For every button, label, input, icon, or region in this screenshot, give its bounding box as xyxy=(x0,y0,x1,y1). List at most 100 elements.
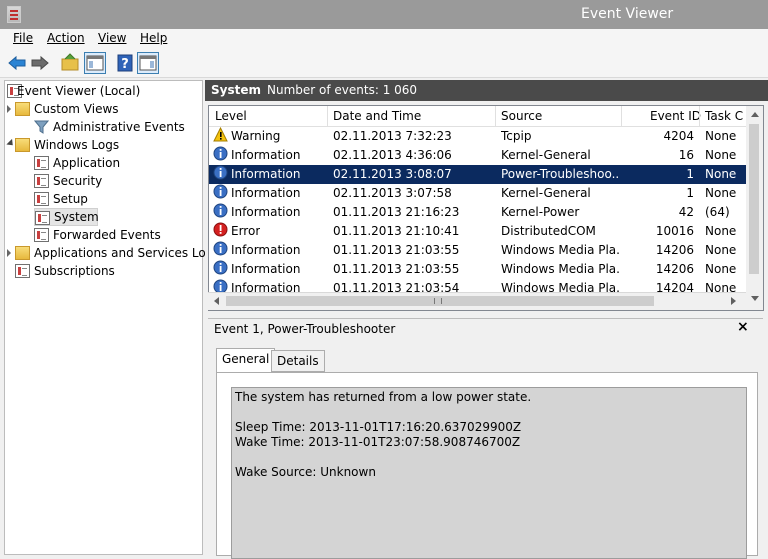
table-row[interactable]: Information 01.11.2013 21:03:55 Windows Me… xyxy=(209,241,747,260)
wake-time-line: Wake Time: 2013-11-01T23:07:58.908746700… xyxy=(235,435,521,449)
table-row[interactable]: Information 02.11.2013 3:07:58 Kernel-Gene… xyxy=(209,184,747,203)
log-header: System Number of events: 1 060 xyxy=(205,80,768,101)
menu-file-label: File xyxy=(13,31,34,45)
cell-task-category: None xyxy=(705,224,737,238)
column-level[interactable]: Level xyxy=(215,109,247,123)
vertical-scroll-thumb[interactable] xyxy=(749,124,759,274)
tree-custom-views-label: Custom Views xyxy=(34,102,119,116)
cell-date-time: 01.11.2013 21:10:41 xyxy=(333,224,460,238)
tree-root-label: Event Viewer (Local) xyxy=(17,84,141,98)
cell-level: Information xyxy=(231,186,301,200)
horizontal-scroll-thumb[interactable] xyxy=(226,296,654,306)
cell-task-category: (64) xyxy=(705,205,730,219)
help-icon[interactable]: ? xyxy=(114,52,136,74)
menu-help[interactable]: Help xyxy=(140,31,167,45)
table-row[interactable]: Information 02.11.2013 3:08:07 Power-Troub… xyxy=(209,165,747,184)
menu-view[interactable]: View xyxy=(98,31,126,45)
cell-task-category: None xyxy=(705,243,737,257)
log-name: System xyxy=(211,83,261,97)
cell-date-time: 01.11.2013 21:03:55 xyxy=(333,262,460,276)
column-event-id[interactable]: Event ID xyxy=(650,109,701,123)
cell-date-time: 02.11.2013 7:32:23 xyxy=(333,129,452,143)
tree-security-label: Security xyxy=(53,174,103,188)
filter-icon xyxy=(33,120,50,134)
folder-icon xyxy=(15,102,30,116)
event-message-box[interactable]: The system has returned from a low power… xyxy=(231,387,747,559)
table-row[interactable]: Information 02.11.2013 4:36:06 Kernel-Gene… xyxy=(209,146,747,165)
cell-level: Information xyxy=(231,205,301,219)
subscriptions-icon xyxy=(15,264,30,278)
tree-setup-label: Setup xyxy=(53,192,88,206)
cell-event-id: 1 xyxy=(686,186,694,200)
info-icon xyxy=(213,241,228,256)
column-task-category[interactable]: Task C xyxy=(705,109,743,123)
log-icon xyxy=(34,156,49,170)
cell-source: Windows Media Pla... xyxy=(501,262,619,276)
show-hide-console-tree-icon[interactable] xyxy=(84,52,106,74)
tree-system-label: System xyxy=(54,210,99,224)
events-table: Level Date and Time Source Event ID Task… xyxy=(208,105,748,311)
table-row[interactable]: Warning 02.11.2013 7:32:23 Tcpip 4204 None xyxy=(209,127,747,146)
horizontal-scrollbar[interactable] xyxy=(208,292,746,310)
title-bar: Event Viewer xyxy=(0,0,768,29)
table-row[interactable]: Information 01.11.2013 21:16:23 Kernel-Pow… xyxy=(209,203,747,222)
column-source[interactable]: Source xyxy=(501,109,542,123)
info-icon xyxy=(213,165,228,180)
cell-task-category: None xyxy=(705,129,737,143)
wake-source-line: Wake Source: Unknown xyxy=(235,465,376,479)
scroll-right-icon[interactable] xyxy=(731,297,736,305)
cell-task-category: None xyxy=(705,262,737,276)
cell-level: Information xyxy=(231,262,301,276)
forward-icon[interactable] xyxy=(29,52,51,74)
log-icon xyxy=(35,211,50,225)
cell-task-category: None xyxy=(705,167,737,181)
log-icon xyxy=(34,228,49,242)
message-line: The system has returned from a low power… xyxy=(235,390,532,404)
expand-arrow-icon[interactable] xyxy=(7,105,11,113)
error-icon xyxy=(213,222,228,237)
cell-source: Windows Media Pla... xyxy=(501,243,619,257)
cell-source: Kernel-General xyxy=(501,148,591,162)
scroll-up-icon[interactable] xyxy=(751,112,759,117)
tree-windows-logs-label: Windows Logs xyxy=(34,138,120,152)
event-details-pane: Event 1, Power-Troubleshooter × General … xyxy=(208,318,763,559)
cell-event-id: 14206 xyxy=(655,262,694,276)
cell-date-time: 01.11.2013 21:16:23 xyxy=(333,205,460,219)
expand-arrow-icon[interactable] xyxy=(7,249,11,257)
table-row[interactable]: Error 01.11.2013 21:10:41 DistributedCOM 10… xyxy=(209,222,747,241)
tab-details[interactable]: Details xyxy=(271,350,325,372)
table-row[interactable]: Information 01.11.2013 21:03:55 Windows Me… xyxy=(209,260,747,279)
menu-action-label: Action xyxy=(47,31,85,45)
back-icon[interactable] xyxy=(6,52,28,74)
column-separator[interactable] xyxy=(495,106,496,126)
column-separator[interactable] xyxy=(699,106,700,126)
event-viewer-app-icon xyxy=(7,6,21,23)
show-hide-action-pane-icon[interactable] xyxy=(137,52,159,74)
scroll-down-icon[interactable] xyxy=(751,296,759,301)
tab-general[interactable]: General xyxy=(216,348,276,372)
cell-event-id: 4204 xyxy=(663,129,694,143)
cell-event-id: 42 xyxy=(678,205,694,219)
menu-view-label: View xyxy=(98,31,127,45)
vertical-scrollbar[interactable] xyxy=(746,105,764,311)
folder-icon xyxy=(15,246,30,260)
grip-icon xyxy=(434,298,442,304)
info-icon xyxy=(213,146,228,161)
close-icon[interactable]: × xyxy=(737,319,749,335)
sleep-time-line: Sleep Time: 2013-11-01T17:16:20.63702990… xyxy=(235,420,522,434)
svg-text:?: ? xyxy=(121,57,129,72)
column-date-time[interactable]: Date and Time xyxy=(333,109,421,123)
tree-item-system[interactable]: System xyxy=(34,208,99,226)
menu-bar: File Action View Help xyxy=(0,29,768,49)
cell-event-id: 1 xyxy=(686,167,694,181)
menu-file[interactable]: File xyxy=(13,31,33,45)
console-tree: Event Viewer (Local) Custom Views Admini… xyxy=(4,80,220,555)
up-folder-icon[interactable] xyxy=(59,52,81,74)
cell-source: Tcpip xyxy=(501,129,532,143)
scroll-left-icon[interactable] xyxy=(214,297,219,305)
column-separator[interactable] xyxy=(327,106,328,126)
menu-action[interactable]: Action xyxy=(47,31,85,45)
cell-source: Kernel-Power xyxy=(501,205,580,219)
details-title: Event 1, Power-Troubleshooter xyxy=(214,322,396,336)
column-separator[interactable] xyxy=(621,106,622,126)
